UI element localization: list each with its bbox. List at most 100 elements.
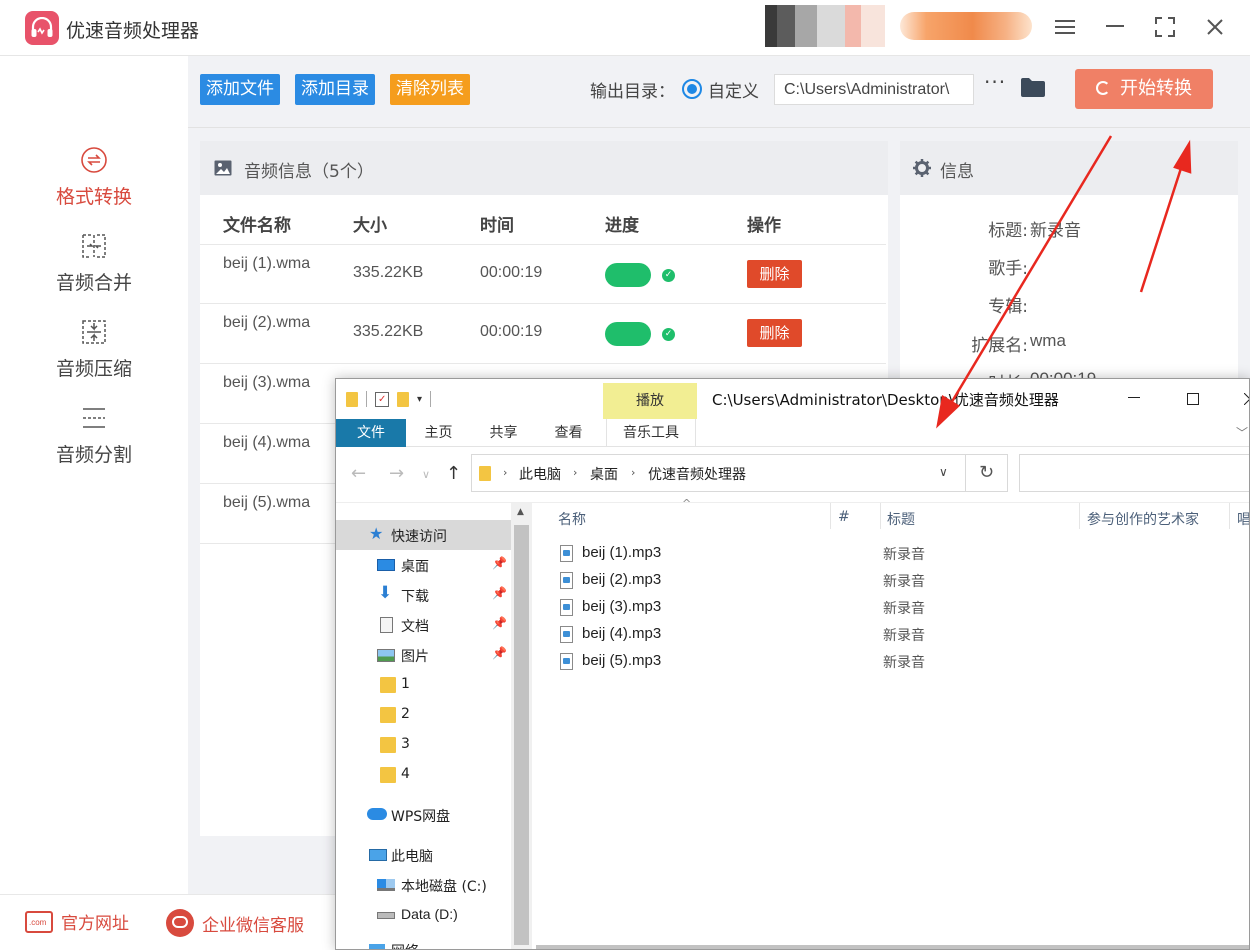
column-header-number[interactable]: # [838, 509, 850, 525]
explorer-window-title: C:\Users\Administrator\Desktop\优速音频处理器 [712, 391, 1059, 409]
back-icon[interactable]: ← [351, 463, 366, 484]
wechat-service-link[interactable]: 企业微信客服 [166, 909, 304, 937]
scrollbar-thumb[interactable] [514, 525, 529, 945]
nav-this-pc[interactable]: 此电脑 [336, 840, 511, 870]
tab-view[interactable]: 查看 [541, 419, 596, 447]
forward-icon[interactable]: → [389, 463, 404, 484]
horizontal-scrollbar[interactable] [536, 945, 1249, 949]
file-row[interactable]: beij (2).mp3 新录音 [560, 568, 1160, 595]
column-header-title[interactable]: 标题 [887, 509, 915, 529]
recent-dropdown-icon[interactable]: ∨ [422, 468, 430, 481]
table-row[interactable]: beij (2).wma 335.22KB 00:00:19 ✓ 删除 [200, 304, 886, 364]
tab-share[interactable]: 共享 [476, 419, 531, 447]
nav-drive-c[interactable]: 本地磁盘 (C:) [336, 870, 511, 900]
sidebar-item-split[interactable]: 音频分割 [0, 404, 188, 484]
address-dropdown-icon[interactable]: ∨ [939, 465, 948, 479]
nav-folder-4[interactable]: 4 [336, 760, 511, 790]
sort-ascending-icon: ^ [682, 497, 692, 510]
refresh-icon[interactable]: ↻ [966, 454, 1008, 492]
file-row[interactable]: beij (4).mp3 新录音 [560, 622, 1160, 649]
table-row[interactable]: beij (1).wma 335.22KB 00:00:19 ✓ 删除 [200, 244, 886, 304]
sidebar-item-format-convert[interactable]: 格式转换 [0, 146, 188, 226]
play-context-tab[interactable]: 播放 [603, 383, 697, 419]
format-convert-icon [80, 146, 108, 174]
check-icon: ✓ [662, 269, 675, 282]
nav-label: 2 [401, 706, 410, 722]
minimize-icon[interactable] [1100, 12, 1130, 42]
customize-dropdown-icon[interactable]: ▾ [417, 394, 422, 405]
sidebar-item-compress[interactable]: 音频压缩 [0, 318, 188, 398]
file-row[interactable]: beij (5).mp3 新录音 [560, 649, 1160, 676]
nav-pictures[interactable]: 图片 📌 [336, 640, 511, 670]
file-name: beij (1).wma [223, 255, 311, 272]
explorer-minimize-icon[interactable] [1128, 387, 1140, 406]
close-icon[interactable] [1200, 12, 1230, 42]
nav-desktop[interactable]: 桌面 📌 [336, 550, 511, 580]
nav-downloads[interactable]: ⬇ 下载 📌 [336, 580, 511, 610]
cloud-icon [367, 808, 387, 820]
tab-music-tools[interactable]: 音乐工具 [606, 419, 696, 447]
address-bar[interactable]: › 此电脑 › 桌面 › 优速音频处理器 ∨ [471, 454, 966, 492]
output-path-field[interactable]: C:\Users\Administrator\ [774, 74, 974, 105]
file-row[interactable]: beij (3).mp3 新录音 [560, 595, 1160, 622]
picture-icon [377, 649, 395, 662]
user-name-badge[interactable] [900, 12, 1032, 40]
column-header-artist[interactable]: 参与创作的艺术家 [1087, 509, 1199, 529]
clear-list-button[interactable]: 清除列表 [390, 74, 470, 105]
computer-icon [369, 849, 387, 861]
nav-folder-2[interactable]: 2 [336, 700, 511, 730]
nav-quick-access[interactable]: ★ 快速访问 [336, 520, 511, 550]
ribbon-expand-icon[interactable]: ﹀ [1236, 424, 1248, 441]
menu-icon[interactable] [1050, 12, 1080, 42]
add-directory-button[interactable]: 添加目录 [295, 74, 375, 105]
open-folder-icon[interactable] [1020, 76, 1046, 102]
up-icon[interactable]: ↑ [446, 463, 461, 484]
file-title: 新录音 [883, 601, 925, 617]
pin-icon[interactable]: 📌 [492, 556, 507, 570]
folder-icon [346, 391, 358, 407]
nav-label: 本地磁盘 (C:) [401, 879, 487, 895]
nav-wps-drive[interactable]: WPS网盘 [336, 800, 511, 830]
pin-icon[interactable]: 📌 [492, 586, 507, 600]
maximize-icon[interactable] [1150, 12, 1180, 42]
nav-scrollbar[interactable]: ▲ [511, 503, 532, 949]
nav-network[interactable]: 网络 [336, 935, 511, 949]
breadcrumb-this-pc[interactable]: 此电脑 [519, 464, 561, 484]
file-row[interactable]: beij (1).mp3 新录音 [560, 541, 1160, 568]
explorer-maximize-icon[interactable] [1187, 390, 1199, 409]
official-website-link[interactable]: .com 官方网址 [25, 909, 129, 934]
delete-button[interactable]: 删除 [747, 319, 802, 347]
custom-radio[interactable] [682, 79, 702, 99]
sidebar-item-merge[interactable]: 音频合并 [0, 232, 188, 312]
properties-icon[interactable]: ✓ [375, 391, 389, 407]
pin-icon[interactable]: 📌 [492, 646, 507, 660]
tab-file[interactable]: 文件 [336, 419, 406, 447]
delete-button[interactable]: 删除 [747, 260, 802, 288]
start-convert-button[interactable]: 开始转换 [1075, 69, 1213, 109]
pin-icon[interactable]: 📌 [492, 616, 507, 630]
document-icon [380, 617, 393, 633]
column-header-album[interactable]: 唱 [1237, 509, 1249, 529]
breadcrumb-current-folder[interactable]: 优速音频处理器 [648, 464, 746, 484]
file-explorer-window[interactable]: ✓ ▾ 播放 C:\Users\Administrator\Desktop\优速… [335, 378, 1250, 950]
nav-drive-d[interactable]: Data (D:) [336, 900, 511, 930]
user-avatar[interactable] [765, 5, 885, 47]
nav-folder-3[interactable]: 3 [336, 730, 511, 760]
new-folder-icon[interactable] [397, 391, 409, 407]
search-input[interactable] [1019, 454, 1249, 492]
tab-home[interactable]: 主页 [411, 419, 466, 447]
scroll-up-icon[interactable]: ▲ [517, 507, 524, 517]
website-icon: .com [25, 910, 53, 933]
nav-folder-1[interactable]: 1 [336, 670, 511, 700]
explorer-close-icon[interactable] [1243, 390, 1249, 409]
gear-icon [913, 159, 931, 177]
sidebar-item-label: 音频合并 [55, 272, 132, 294]
browse-more-button[interactable]: ··· [984, 70, 1006, 94]
explorer-title-bar: ✓ ▾ 播放 C:\Users\Administrator\Desktop\优速… [336, 379, 1249, 419]
nav-documents[interactable]: 文档 📌 [336, 610, 511, 640]
breadcrumb-desktop[interactable]: 桌面 [590, 464, 618, 484]
add-file-button[interactable]: 添加文件 [200, 74, 280, 105]
column-header-size: 大小 [353, 216, 387, 236]
column-header-name[interactable]: 名称 [558, 509, 586, 529]
file-name: beij (2).mp3 [582, 571, 662, 588]
